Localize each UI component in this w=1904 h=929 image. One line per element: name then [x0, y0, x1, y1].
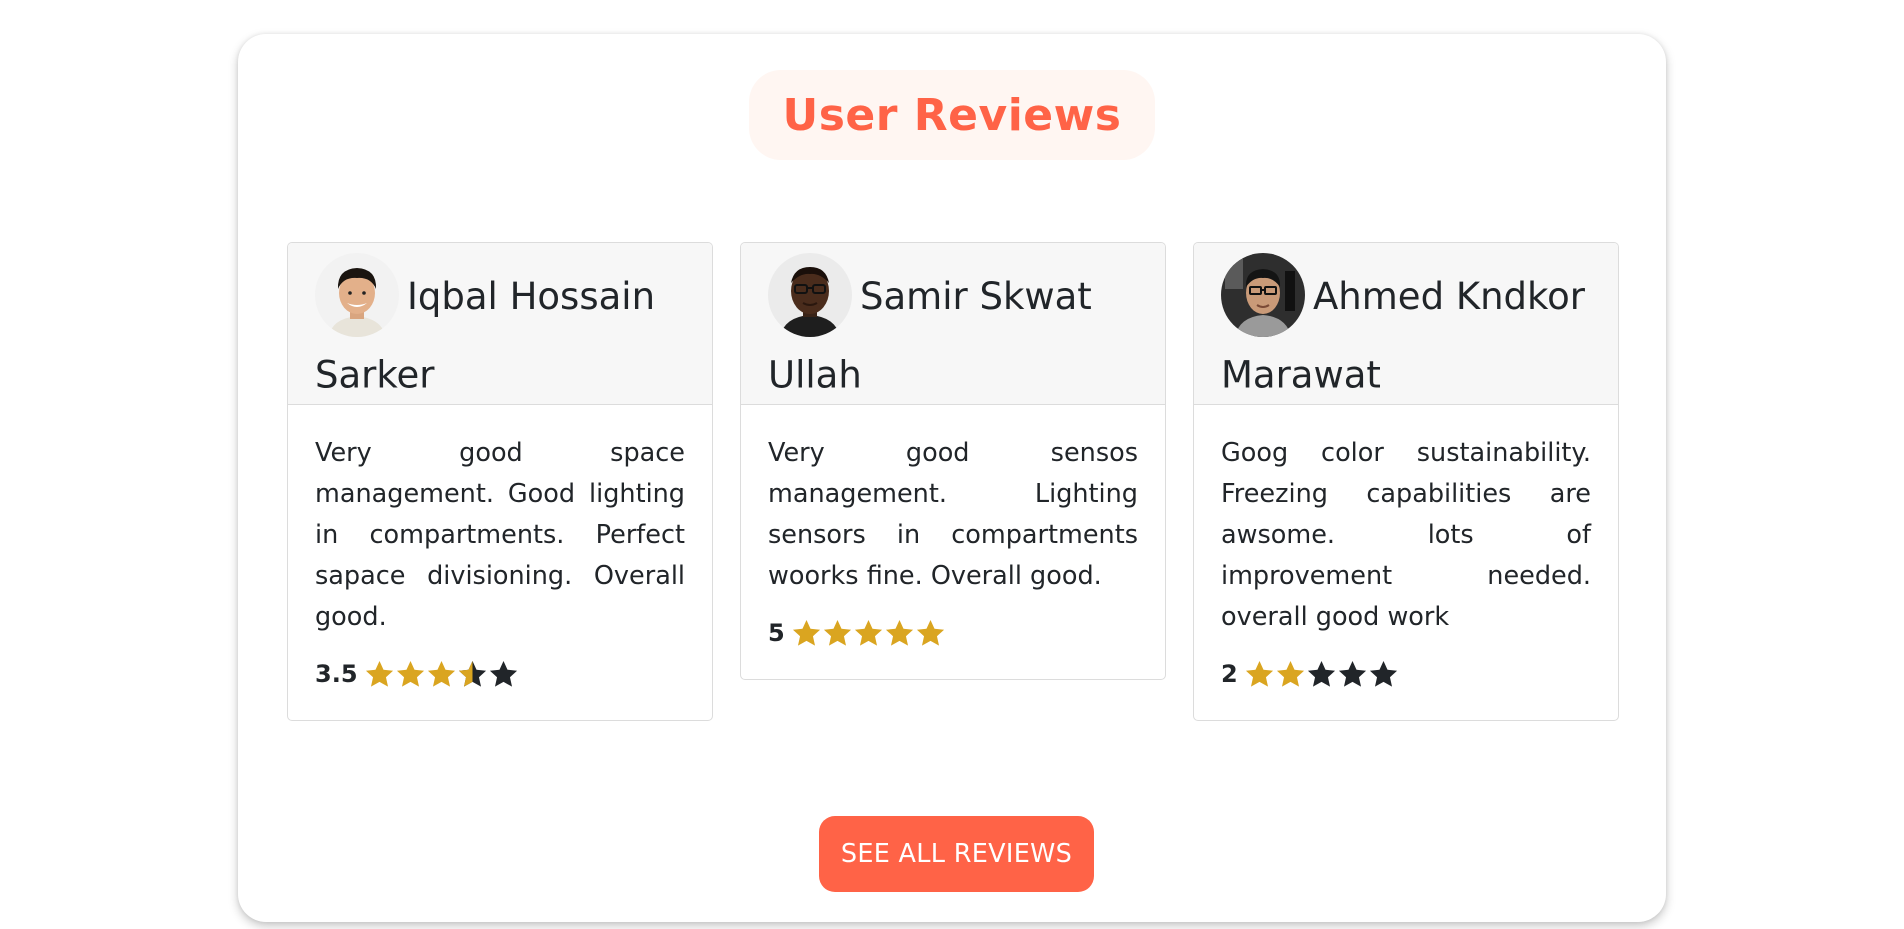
star-filled-icon: [396, 660, 424, 687]
star-filled-icon: [1276, 660, 1304, 687]
review-text: Very good space management. Good lightin…: [315, 438, 685, 632]
review-card: Ahmed Kndkor Marawat Goog color sustaina…: [1193, 242, 1619, 721]
star-rating: [791, 618, 946, 649]
avatar-icon: [768, 253, 852, 337]
star-rating: [1244, 659, 1399, 690]
review-card-header: Iqbal Hossain Sarker: [288, 243, 712, 405]
rating-value: 2: [1221, 660, 1238, 688]
review-text: Very good sensos management. Lighting se…: [768, 438, 1138, 591]
star-empty-icon: [1307, 660, 1335, 687]
star-empty-icon: [1338, 660, 1366, 687]
avatar-icon: [315, 253, 399, 337]
star-filled-icon: [792, 619, 820, 646]
star-filled-icon: [854, 619, 882, 646]
section-title: User Reviews: [782, 89, 1122, 141]
star-filled-icon: [885, 619, 913, 646]
rating-row: 3.5: [315, 654, 685, 694]
star-filled-icon: [365, 660, 393, 687]
review-card-body: Very good sensos management. Lighting se…: [741, 405, 1165, 679]
review-card-header: Samir Skwat Ullah: [741, 243, 1165, 405]
review-card: Samir Skwat Ullah Very good sensos manag…: [740, 242, 1166, 680]
rating-row: 2: [1221, 654, 1591, 694]
review-card-header: Ahmed Kndkor Marawat: [1194, 243, 1618, 405]
section-title-pill: User Reviews: [749, 70, 1155, 160]
star-half-icon: [458, 660, 486, 687]
reviews-panel: User Reviews Iqbal Hossain Sarker Very g…: [238, 34, 1666, 922]
star-filled-icon: [823, 619, 851, 646]
star-rating: [364, 659, 519, 690]
avatar-icon: [1221, 253, 1305, 337]
rating-value: 5: [768, 619, 785, 647]
rating-row: 5: [768, 613, 1138, 653]
star-filled-icon: [916, 619, 944, 646]
review-card: Iqbal Hossain Sarker Very good space man…: [287, 242, 713, 721]
see-all-reviews-button[interactable]: SEE ALL REVIEWS: [819, 816, 1094, 892]
star-filled-icon: [427, 660, 455, 687]
rating-value: 3.5: [315, 660, 358, 688]
star-empty-icon: [1369, 660, 1397, 687]
star-empty-icon: [489, 660, 517, 687]
star-filled-icon: [1245, 660, 1273, 687]
review-text: Goog color sustainability. Freezing capa…: [1221, 438, 1591, 632]
review-card-body: Goog color sustainability. Freezing capa…: [1194, 405, 1618, 720]
review-card-body: Very good space management. Good lightin…: [288, 405, 712, 720]
